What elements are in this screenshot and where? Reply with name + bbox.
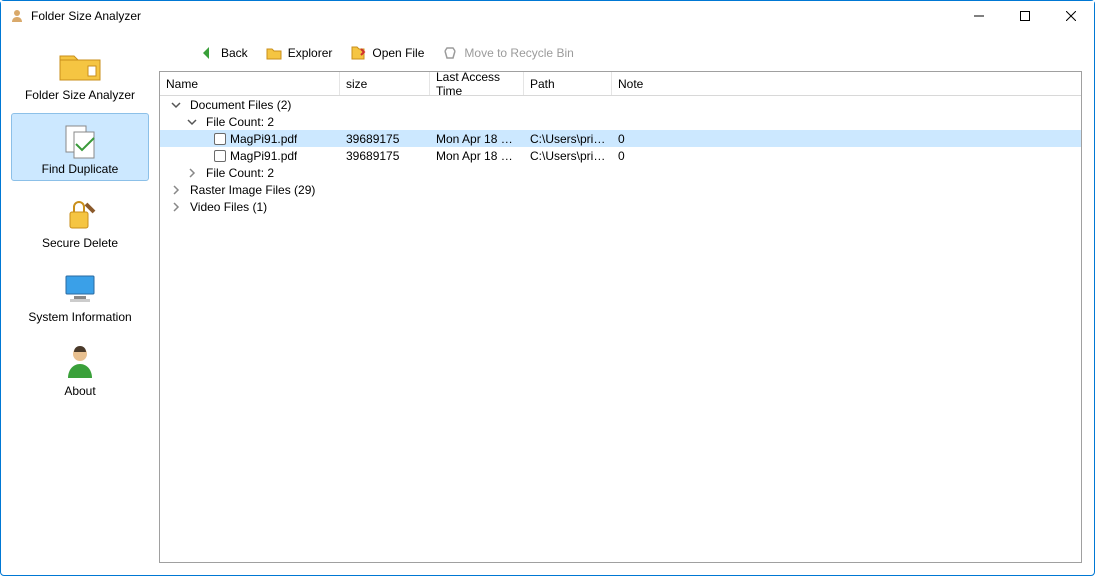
person-icon [56,342,104,382]
main-pane: Back Explorer Open File Move to Recycle … [159,31,1094,575]
toolbar-label: Back [221,46,248,60]
toolbar: Back Explorer Open File Move to Recycle … [159,43,1082,71]
tree-node-label: Document Files (2) [184,98,364,112]
tree-node-label: File Count: 2 [200,115,380,129]
recycle-icon [442,45,458,61]
tree-node-label: Video Files (1) [184,200,364,214]
chevron-down-icon[interactable] [186,116,198,128]
file-note: 0 [612,149,1081,163]
duplicate-icon [56,120,104,160]
toolbar-label: Open File [372,46,424,60]
sidebar-item-secure-delete[interactable]: Secure Delete [11,187,149,255]
app-icon [9,8,25,24]
file-path: C:\Users\priyo\... [524,132,612,146]
monitor-icon [56,268,104,308]
chevron-right-icon[interactable] [170,201,182,213]
lock-brush-icon [56,194,104,234]
tree-node-label: Raster Image Files (29) [184,183,364,197]
sidebar-item-find-duplicate[interactable]: Find Duplicate [11,113,149,181]
row-checkbox[interactable] [214,150,226,162]
titlebar: Folder Size Analyzer [1,1,1094,31]
sidebar-item-label: Secure Delete [42,236,118,250]
file-row[interactable]: MagPi91.pdf 39689175 Mon Apr 18 01:... C… [160,147,1081,164]
file-size: 39689175 [340,149,430,163]
chevron-right-icon[interactable] [186,167,198,179]
sidebar: Folder Size Analyzer Find Duplicate [1,31,159,575]
toolbar-label: Explorer [288,46,333,60]
column-header-note[interactable]: Note [612,72,1081,95]
back-button[interactable]: Back [199,45,248,61]
tree-node-file-count[interactable]: File Count: 2 [160,164,1081,181]
column-header-name[interactable]: Name [160,72,340,95]
grid-header: Name size Last Access Time Path Note [160,72,1081,96]
open-file-button[interactable]: Open File [350,45,424,61]
row-checkbox[interactable] [214,133,226,145]
maximize-button[interactable] [1002,1,1048,31]
chevron-down-icon[interactable] [170,99,182,111]
sidebar-item-system-information[interactable]: System Information [11,261,149,329]
sidebar-item-folder-size-analyzer[interactable]: Folder Size Analyzer [11,39,149,107]
column-header-last-access[interactable]: Last Access Time [430,72,524,95]
column-header-path[interactable]: Path [524,72,612,95]
minimize-button[interactable] [956,1,1002,31]
chevron-right-icon[interactable] [170,184,182,196]
folder-icon [56,46,104,86]
explorer-button[interactable]: Explorer [266,45,333,61]
file-note: 0 [612,132,1081,146]
sidebar-item-label: Find Duplicate [42,162,119,176]
folder-open-icon [266,45,282,61]
tree-node-file-count[interactable]: File Count: 2 [160,113,1081,130]
tree-node-raster-image-files[interactable]: Raster Image Files (29) [160,181,1081,198]
file-path: C:\Users\priyo\... [524,149,612,163]
sidebar-item-about[interactable]: About [11,335,149,403]
window-title: Folder Size Analyzer [31,9,141,23]
tree-node-label: File Count: 2 [200,166,380,180]
tree-node-document-files[interactable]: Document Files (2) [160,96,1081,113]
file-last-access: Mon Apr 18 01:... [430,149,524,163]
sidebar-item-label: Folder Size Analyzer [25,88,135,102]
sidebar-item-label: About [64,384,95,398]
move-to-recycle-bin-button[interactable]: Move to Recycle Bin [442,45,573,61]
grid-body: Document Files (2) File Count: 2 MagPi91… [160,96,1081,215]
file-name: MagPi91.pdf [230,132,297,146]
close-button[interactable] [1048,1,1094,31]
file-size: 39689175 [340,132,430,146]
toolbar-label: Move to Recycle Bin [464,46,573,60]
tree-node-video-files[interactable]: Video Files (1) [160,198,1081,215]
column-header-size[interactable]: size [340,72,430,95]
file-name: MagPi91.pdf [230,149,297,163]
file-row[interactable]: MagPi91.pdf 39689175 Mon Apr 18 01:... C… [160,130,1081,147]
results-grid: Name size Last Access Time Path Note Doc… [159,71,1082,563]
open-file-icon [350,45,366,61]
sidebar-item-label: System Information [28,310,131,324]
back-arrow-icon [199,45,215,61]
file-last-access: Mon Apr 18 01:... [430,132,524,146]
